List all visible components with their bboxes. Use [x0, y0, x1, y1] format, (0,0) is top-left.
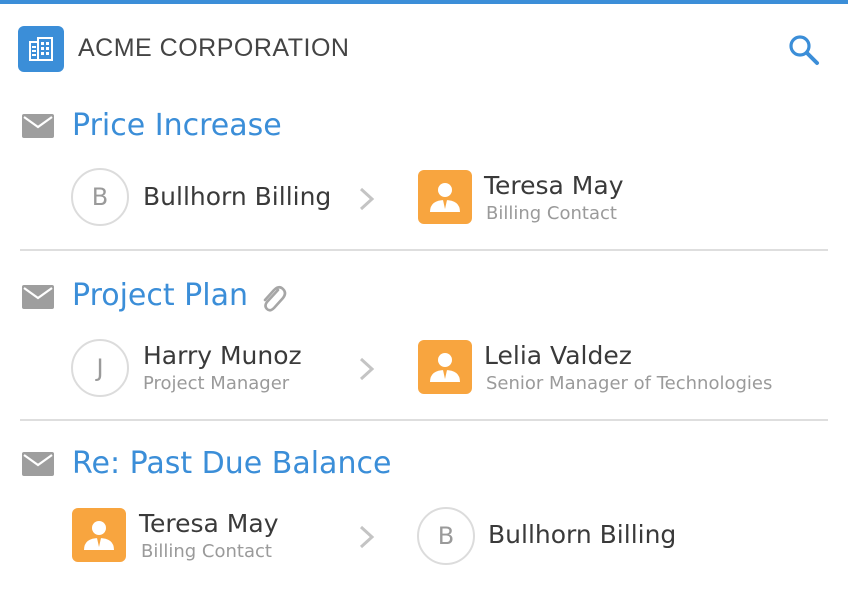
recipient-avatar: B: [417, 507, 475, 565]
sender-name[interactable]: Teresa May: [139, 509, 279, 538]
sender-role: Billing Contact: [141, 541, 272, 562]
recipient-name[interactable]: Bullhorn Billing: [488, 520, 676, 549]
email-subject[interactable]: Re: Past Due Balance: [72, 446, 391, 481]
sender-avatar: B: [71, 168, 129, 226]
paperclip-icon: [263, 285, 287, 312]
email-subject[interactable]: Project Plan: [72, 278, 248, 313]
building-icon[interactable]: [18, 26, 64, 72]
sender-name[interactable]: Harry Munoz: [143, 341, 302, 370]
app-header: ACME CORPORATION: [0, 4, 848, 86]
sender-role: Project Manager: [143, 373, 290, 394]
chevron-right-icon: [359, 525, 375, 549]
sender-name[interactable]: Bullhorn Billing: [143, 182, 331, 211]
chevron-right-icon: [359, 187, 375, 211]
divider: [20, 419, 828, 421]
recipient-role: Senior Manager of Technologies: [486, 373, 773, 394]
mail-icon: [22, 114, 54, 138]
sender-avatar: J: [71, 339, 129, 397]
mail-icon: [22, 285, 54, 309]
chevron-right-icon: [359, 357, 375, 381]
recipient-name[interactable]: Lelia Valdez: [484, 341, 632, 370]
contact-avatar-icon: [418, 340, 472, 394]
email-thread[interactable]: Price Increase B Bullhorn Billing Teresa…: [0, 86, 848, 256]
contact-avatar-icon: [72, 508, 126, 562]
email-subject[interactable]: Price Increase: [72, 108, 282, 143]
recipient-name[interactable]: Teresa May: [484, 171, 624, 200]
recipient-role: Billing Contact: [486, 203, 617, 224]
mail-icon: [22, 452, 54, 476]
divider: [20, 249, 828, 251]
search-icon[interactable]: [784, 30, 824, 70]
contact-avatar-icon: [418, 170, 472, 224]
email-thread[interactable]: Re: Past Due Balance Teresa May Billing …: [0, 424, 848, 594]
company-name: ACME CORPORATION: [78, 34, 350, 62]
email-thread[interactable]: Project Plan J Harry Munoz Project Manag…: [0, 256, 848, 426]
